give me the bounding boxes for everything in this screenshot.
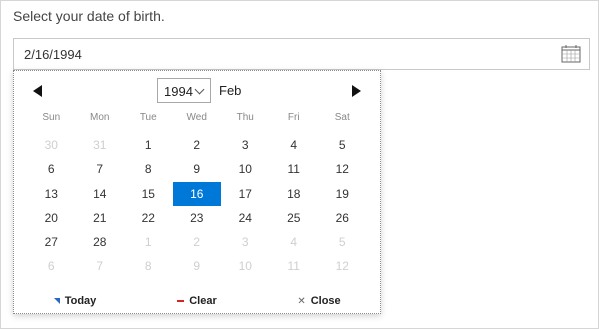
calendar-day[interactable]: 1: [124, 133, 173, 157]
weekday-header-row: Sun Mon Tue Wed Thu Fri Sat: [27, 109, 367, 129]
month-label: Feb: [219, 83, 242, 98]
calendar-day[interactable]: 18: [270, 182, 319, 206]
calendar-day[interactable]: 4: [270, 133, 319, 157]
calendar-day[interactable]: 15: [124, 182, 173, 206]
calendar-week-row: 20 21 22 23 24 25 26: [27, 206, 367, 230]
calendar-day[interactable]: 13: [27, 182, 76, 206]
year-select[interactable]: 1994: [157, 78, 211, 103]
calendar-grid: Sun Mon Tue Wed Thu Fri Sat 30 31 1 2 3 4 5 6 7 8 9 10 11 1…: [27, 109, 367, 279]
calendar-day[interactable]: 17: [221, 182, 270, 206]
calendar-day[interactable]: 10: [221, 157, 270, 181]
date-input-value[interactable]: 2/16/1994: [24, 47, 82, 62]
clear-button[interactable]: Clear: [136, 291, 258, 311]
calendar-day[interactable]: 3: [221, 133, 270, 157]
calendar-day[interactable]: 14: [76, 182, 125, 206]
calendar-icon[interactable]: [561, 45, 581, 63]
calendar-day[interactable]: 11: [270, 254, 319, 278]
calendar-footer: Today Clear ✕ Close: [14, 291, 380, 311]
calendar-day[interactable]: 22: [124, 206, 173, 230]
calendar-day[interactable]: 24: [221, 206, 270, 230]
today-icon: [53, 298, 60, 304]
close-label: Close: [310, 295, 341, 307]
calendar-day[interactable]: 19: [318, 182, 367, 206]
calendar-day[interactable]: 3: [221, 230, 270, 254]
weekday-header: Sun: [42, 112, 61, 123]
calendar-week-row: 6 7 8 9 10 11 12: [27, 254, 367, 278]
calendar-day[interactable]: 20: [27, 206, 76, 230]
calendar-day[interactable]: 5: [318, 230, 367, 254]
calendar-day[interactable]: 26: [318, 206, 367, 230]
calendar-day[interactable]: 8: [124, 254, 173, 278]
calendar-day[interactable]: 1: [124, 230, 173, 254]
weekday-header: Thu: [236, 112, 254, 123]
calendar-week-row: 27 28 1 2 3 4 5: [27, 230, 367, 254]
date-of-birth-input[interactable]: 2/16/1994: [13, 38, 590, 70]
calendar-day[interactable]: 9: [173, 254, 222, 278]
today-label: Today: [64, 295, 97, 307]
calendar-day[interactable]: 12: [318, 254, 367, 278]
weekday-header: Fri: [287, 112, 300, 123]
calendar-day[interactable]: 23: [173, 206, 222, 230]
calendar-day[interactable]: 10: [221, 254, 270, 278]
calendar-day[interactable]: 28: [76, 230, 125, 254]
calendar-day[interactable]: 31: [76, 133, 125, 157]
calendar-day[interactable]: 12: [318, 157, 367, 181]
clear-icon: [177, 300, 185, 302]
today-button[interactable]: Today: [14, 291, 136, 311]
next-month-arrow-icon[interactable]: [352, 85, 361, 97]
weekday-header: Mon: [90, 112, 110, 123]
calendar-popup: 1994 Feb Sun Mon Tue Wed Thu Fri Sat 30 31 1 2 3 4 5…: [13, 70, 381, 314]
calendar-day[interactable]: 5: [318, 133, 367, 157]
calendar-day[interactable]: 7: [76, 254, 125, 278]
calendar-day[interactable]: 8: [124, 157, 173, 181]
weekday-header: Wed: [186, 112, 207, 123]
calendar-day[interactable]: 25: [270, 206, 319, 230]
calendar-day[interactable]: 6: [27, 254, 76, 278]
calendar-week-row: 13 14 15 16 17 18 19: [27, 181, 367, 206]
calendar-week-row: 30 31 1 2 3 4 5: [27, 133, 367, 157]
calendar-week-row: 6 7 8 9 10 11 12: [27, 157, 367, 181]
year-select-value: 1994: [164, 84, 193, 99]
calendar-day[interactable]: 2: [173, 230, 222, 254]
calendar-day[interactable]: 2: [173, 133, 222, 157]
calendar-day-selected[interactable]: 16: [172, 181, 221, 206]
weekday-header: Sat: [334, 112, 350, 123]
close-icon: ✕: [297, 295, 306, 307]
prompt-label: Select your date of birth.: [13, 8, 165, 24]
calendar-day[interactable]: 6: [27, 157, 76, 181]
chevron-down-icon: [194, 84, 205, 95]
calendar-day[interactable]: 11: [270, 157, 319, 181]
clear-label: Clear: [189, 295, 217, 307]
calendar-day[interactable]: 9: [173, 157, 222, 181]
calendar-day[interactable]: 30: [27, 133, 76, 157]
previous-month-arrow-icon[interactable]: [33, 85, 42, 97]
calendar-day[interactable]: 4: [270, 230, 319, 254]
close-button[interactable]: ✕ Close: [258, 291, 380, 311]
calendar-day[interactable]: 27: [27, 230, 76, 254]
calendar-day[interactable]: 21: [76, 206, 125, 230]
weekday-header: Tue: [139, 112, 157, 123]
calendar-day[interactable]: 7: [76, 157, 125, 181]
